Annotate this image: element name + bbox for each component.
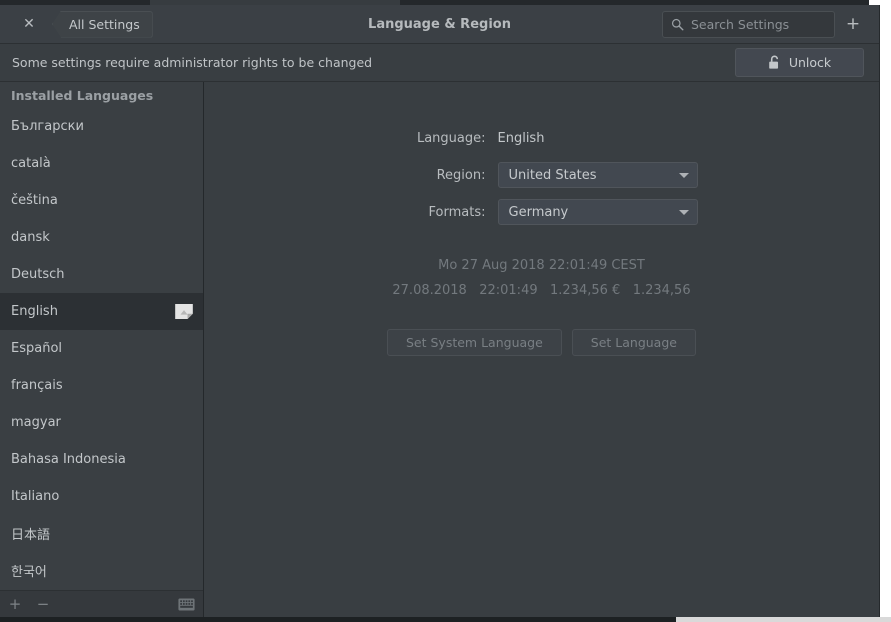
unlock-label: Unlock [788, 55, 832, 70]
search-icon [671, 18, 684, 30]
language-value: English [497, 130, 545, 146]
chevron-down-icon [678, 172, 689, 178]
language-list-item-label: Bahasa Indonesia [11, 452, 126, 467]
padlock-open-icon [769, 55, 778, 69]
language-list-item[interactable]: English [0, 293, 203, 330]
language-list-item-label: Deutsch [11, 267, 65, 282]
action-buttons: Set System Language Set Language [387, 329, 696, 357]
set-language-button[interactable]: Set Language [571, 329, 696, 357]
remove-language-button[interactable]: − [36, 596, 50, 612]
formats-row: Formats: Germany [386, 199, 698, 225]
language-list-item-label: 日本語 [11, 528, 51, 543]
set-system-language-button[interactable]: Set System Language [387, 329, 562, 357]
admin-rights-infobar: Some settings require administrator righ… [0, 44, 879, 82]
header-bar: ✕ All Settings Language & Region Search … [0, 5, 879, 44]
add-panel-button[interactable]: + [841, 12, 865, 36]
region-label: Region: [436, 167, 486, 183]
sidebar-toolbar: + − [0, 590, 203, 617]
unlock-button[interactable]: Unlock [735, 48, 864, 77]
installed-languages-sidebar: Installed Languages Български català češti… [0, 82, 204, 617]
region-dropdown[interactable]: United States [497, 162, 698, 188]
language-list[interactable]: Installed Languages Български català češti… [0, 82, 203, 590]
region-row: Region: United States [386, 162, 698, 188]
language-list-item[interactable]: 日本語 [0, 515, 203, 552]
language-list-item-label: English [11, 304, 58, 319]
language-list-item[interactable]: français [0, 367, 203, 404]
formats-selected-value: Germany [508, 204, 569, 220]
language-list-item[interactable]: 한국어 [0, 552, 203, 589]
language-list-item-label: Español [11, 341, 63, 356]
language-list-item[interactable]: magyar [0, 404, 203, 441]
language-label: Language: [416, 130, 486, 146]
content-area: Installed Languages Български català češti… [0, 82, 879, 617]
system-language-flag-icon [175, 304, 193, 319]
language-list-item[interactable]: Deutsch [0, 256, 203, 293]
search-placeholder-text: Search Settings [691, 16, 790, 32]
chevron-down-icon [678, 209, 689, 215]
language-list-item-label: čeština [11, 193, 58, 208]
region-selected-value: United States [508, 167, 597, 183]
language-list-item[interactable]: Español [0, 330, 203, 367]
language-list-item[interactable]: català [0, 145, 203, 182]
all-settings-label: All Settings [69, 16, 140, 32]
installed-languages-header: Installed Languages [11, 87, 154, 103]
formats-label: Formats: [428, 204, 486, 220]
search-input[interactable]: Search Settings [662, 10, 835, 38]
language-list-item-label: català [11, 156, 51, 171]
language-row: Language: English [386, 126, 698, 150]
language-list-item[interactable]: čeština [0, 182, 203, 219]
language-list-item[interactable]: Bahasa Indonesia [0, 441, 203, 478]
formats-dropdown[interactable]: Germany [497, 199, 698, 225]
language-list-item[interactable]: dansk [0, 219, 203, 256]
language-list-item[interactable]: Български [0, 108, 203, 145]
all-settings-back-button[interactable]: All Settings [52, 10, 153, 38]
language-list-item-label: français [11, 378, 63, 393]
language-region-main-panel: Language: English Region: United States … [204, 82, 879, 617]
language-list-item-label: magyar [11, 415, 61, 430]
language-list-item-label: dansk [11, 230, 50, 245]
preview-datetime-text: Mo 27 Aug 2018 22:01:49 CEST [438, 258, 645, 273]
add-language-button[interactable]: + [8, 596, 22, 612]
header-right-group: Search Settings + [662, 10, 871, 38]
language-list-item-label: 한국어 [11, 565, 47, 580]
close-icon[interactable]: ✕ [16, 11, 42, 37]
format-preview: Mo 27 Aug 2018 22:01:49 CEST 27.08.2018 … [392, 254, 690, 303]
language-list-item-label: Български [11, 119, 84, 134]
language-list-item[interactable]: Italiano [0, 478, 203, 515]
preview-formats-text: 27.08.2018 22:01:49 1.234,56 € 1.234,56 [392, 282, 691, 298]
settings-form: Language: English Region: United States … [204, 126, 879, 357]
keyboard-icon [178, 598, 195, 610]
infobar-message: Some settings require administrator righ… [12, 55, 373, 70]
language-region-settings-window: ✕ All Settings Language & Region Search … [0, 5, 880, 617]
background-window-bottom-light [676, 617, 891, 622]
language-list-item-label: Italiano [11, 489, 60, 504]
keyboard-layout-button[interactable] [178, 598, 195, 611]
